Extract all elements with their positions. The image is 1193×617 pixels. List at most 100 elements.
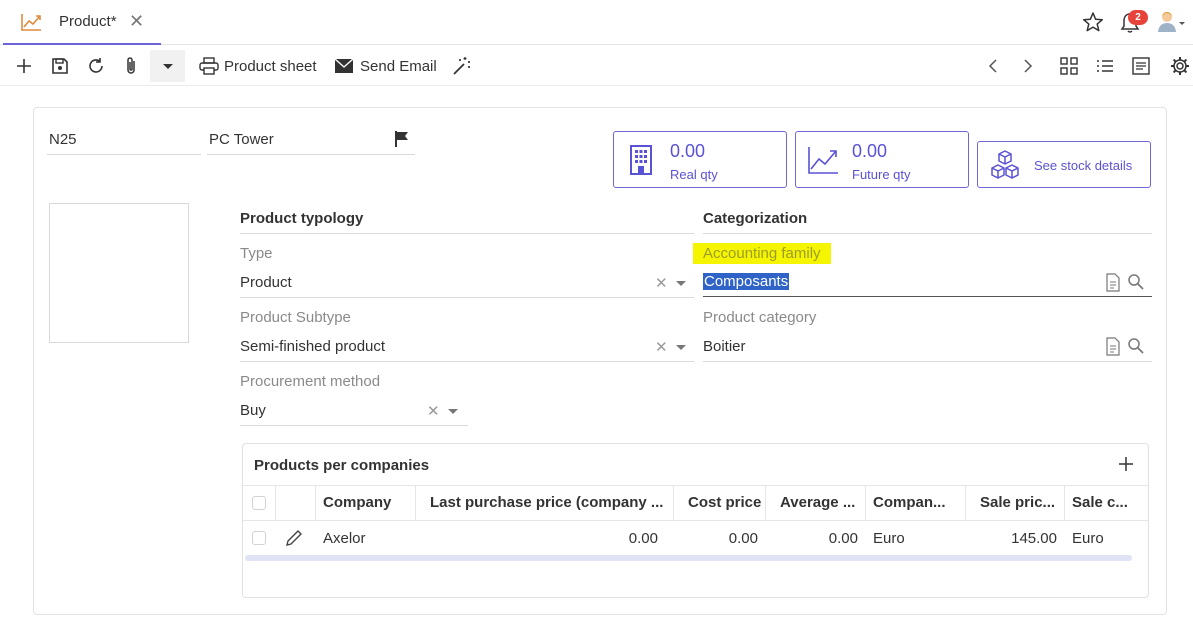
accounting-family-field[interactable]: Composants xyxy=(703,273,790,290)
subtype-underline xyxy=(240,361,694,362)
save-button[interactable] xyxy=(51,54,69,78)
cell-sale-price: 145.00 xyxy=(1011,530,1057,547)
document-icon[interactable] xyxy=(1105,337,1121,356)
product-name-field[interactable]: PC Tower xyxy=(209,131,274,148)
column-header-company-currency[interactable]: Compan... xyxy=(866,486,966,521)
product-sheet-button[interactable]: Product sheet xyxy=(199,54,317,78)
grid-view-button[interactable] xyxy=(1060,54,1078,78)
procurement-underline xyxy=(240,425,468,426)
cell-last-purchase-price: 0.00 xyxy=(628,530,658,547)
notifications-button[interactable]: 2 xyxy=(1118,9,1150,35)
see-stock-details-button[interactable]: See stock details xyxy=(977,141,1151,188)
form-icon xyxy=(1132,57,1150,75)
magic-wand-icon xyxy=(453,57,470,75)
gear-icon xyxy=(1171,57,1189,75)
products-per-companies-grid: Products per companies Company Last purc… xyxy=(242,443,1149,598)
cell-sale-currency: Euro xyxy=(1072,530,1104,547)
avatar xyxy=(1158,12,1176,32)
select-all-checkbox[interactable] xyxy=(252,496,266,510)
envelope-icon xyxy=(334,58,354,73)
caret-down-icon xyxy=(162,63,173,69)
procurement-clear-icon[interactable]: ✕ xyxy=(427,402,440,420)
star-icon[interactable] xyxy=(1082,11,1104,33)
trend-chart-icon xyxy=(21,14,41,31)
tab-product[interactable]: Product* ✕ xyxy=(3,0,161,45)
pencil-icon[interactable] xyxy=(285,529,303,547)
magic-wand-button[interactable] xyxy=(452,54,472,78)
cell-company: Axelor xyxy=(323,530,366,547)
close-icon[interactable]: ✕ xyxy=(129,12,145,30)
categorization-divider xyxy=(703,233,1152,234)
product-category-field[interactable]: Boitier xyxy=(703,338,746,355)
printer-icon xyxy=(199,57,219,75)
tab-bar: Product* ✕ 2 xyxy=(0,0,1193,45)
attachment-button[interactable] xyxy=(123,54,139,78)
chevron-down-icon xyxy=(1179,22,1185,25)
send-email-button[interactable]: Send Email xyxy=(334,54,437,78)
subtype-caret-down-icon[interactable] xyxy=(676,345,686,350)
real-qty-button[interactable]: 0.00 Real qty xyxy=(613,131,787,188)
plus-icon xyxy=(17,59,31,73)
product-image[interactable] xyxy=(49,203,189,343)
column-header-last-purchase-price[interactable]: Last purchase price (company ... xyxy=(416,486,674,521)
plus-icon[interactable] xyxy=(1119,457,1133,471)
type-label: Type xyxy=(240,245,273,262)
accounting-family-underline xyxy=(703,296,1152,297)
save-icon xyxy=(52,58,68,74)
grid-title: Products per companies xyxy=(254,457,430,474)
previous-button[interactable] xyxy=(987,54,999,78)
form-view-button[interactable] xyxy=(1132,54,1150,78)
column-header-average[interactable]: Average ... xyxy=(766,486,866,521)
real-qty-label: Real qty xyxy=(670,167,718,182)
horizontal-scrollbar[interactable] xyxy=(245,555,1132,561)
grid-header: Products per companies xyxy=(243,444,1148,486)
document-icon[interactable] xyxy=(1105,273,1121,292)
categorization-title: Categorization xyxy=(703,210,808,227)
cubes-icon xyxy=(991,150,1019,179)
real-qty-value: 0.00 xyxy=(670,141,706,161)
procurement-method-select[interactable]: Buy xyxy=(240,402,266,419)
more-actions-dropdown[interactable] xyxy=(150,50,185,82)
cell-company-currency: Euro xyxy=(873,530,905,547)
next-button[interactable] xyxy=(1022,54,1034,78)
column-header-company[interactable]: Company xyxy=(316,486,416,521)
send-email-label: Send Email xyxy=(360,57,437,75)
new-button[interactable] xyxy=(15,54,33,78)
chevron-left-icon xyxy=(988,59,997,73)
product-name-underline xyxy=(207,154,415,155)
cell-cost-price: 0.00 xyxy=(728,530,758,547)
type-select[interactable]: Product xyxy=(240,274,292,291)
product-category-underline xyxy=(703,361,1152,362)
user-menu[interactable] xyxy=(1156,9,1186,35)
product-code-underline xyxy=(47,154,201,155)
cell-average: 0.00 xyxy=(828,530,858,547)
select-all-column xyxy=(243,486,276,521)
product-subtype-select[interactable]: Semi-finished product xyxy=(240,338,385,355)
search-icon[interactable] xyxy=(1127,273,1145,291)
product-code-field[interactable]: N25 xyxy=(49,131,77,148)
type-caret-down-icon[interactable] xyxy=(676,281,686,286)
column-header-cost-price[interactable]: Cost price xyxy=(674,486,766,521)
row-checkbox[interactable] xyxy=(252,531,266,545)
column-header-sale-currency[interactable]: Sale c... xyxy=(1065,486,1148,521)
search-icon[interactable] xyxy=(1127,337,1145,355)
subtype-clear-icon[interactable]: ✕ xyxy=(655,338,668,356)
future-qty-button[interactable]: 0.00 Future qty xyxy=(795,131,969,188)
procurement-caret-down-icon[interactable] xyxy=(448,409,458,414)
procurement-method-label: Procurement method xyxy=(240,373,381,390)
refresh-button[interactable] xyxy=(87,54,105,78)
paperclip-icon xyxy=(127,57,135,74)
flag-icon[interactable] xyxy=(394,130,410,148)
edit-column-header xyxy=(276,486,316,521)
list-icon xyxy=(1097,60,1113,72)
settings-button[interactable] xyxy=(1170,54,1190,78)
type-clear-icon[interactable]: ✕ xyxy=(655,274,668,292)
toolbar: Product sheet Send Email xyxy=(0,46,1193,86)
product-category-label: Product category xyxy=(703,309,817,326)
accounting-family-label: Accounting family xyxy=(693,243,831,264)
type-underline xyxy=(240,297,694,298)
column-header-sale-price[interactable]: Sale pric... xyxy=(966,486,1065,521)
future-qty-value: 0.00 xyxy=(852,141,888,161)
list-view-button[interactable] xyxy=(1096,54,1114,78)
notification-badge: 2 xyxy=(1128,10,1148,25)
